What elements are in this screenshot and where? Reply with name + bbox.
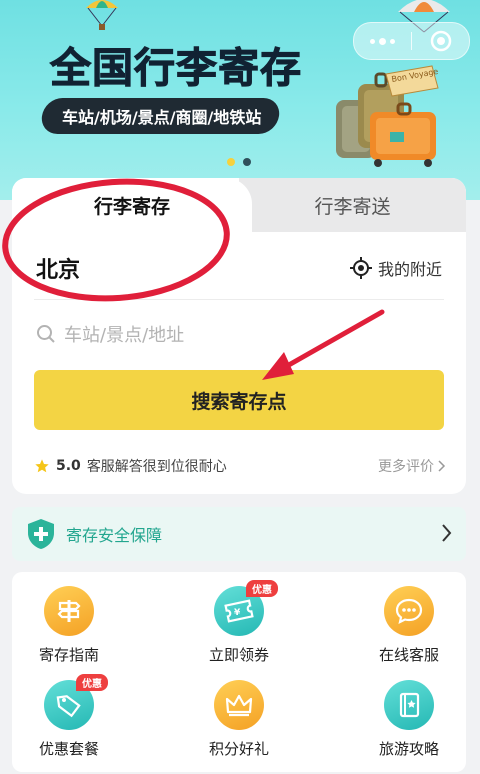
service-label: 积分好礼 [208, 740, 269, 758]
chevron-right-icon [438, 460, 446, 472]
more-reviews-link[interactable]: 更多评价 [378, 456, 446, 476]
close-target-icon[interactable] [412, 30, 469, 52]
carousel-dot-active[interactable] [227, 158, 235, 166]
shield-plus-icon [28, 519, 54, 549]
luggage-illustration: Bon Voyage [336, 65, 439, 167]
service-label: 优惠套餐 [38, 740, 99, 758]
chat-icon [384, 586, 434, 636]
rating-summary: 5.0 客服解答很到位很耐心 [34, 456, 227, 476]
search-icon [37, 325, 55, 343]
star-icon [35, 459, 49, 473]
more-dots-icon[interactable] [354, 37, 411, 45]
services-grid: 寄存指南 ¥ 优惠 立即领券 在线客服 优惠 优惠套餐 积分好礼 旅游攻略 [12, 572, 466, 772]
miniprogram-capsule [353, 22, 470, 60]
banner-title: 全国行李寄存 [50, 44, 302, 93]
service-label: 旅游攻略 [378, 740, 439, 758]
storage-search-card: 行李寄送 行李寄存 北京 我的附近 车站/景点/地址 搜索寄存点 5.0 客服解… [12, 178, 466, 494]
rating-comment: 客服解答很到位很耐心 [86, 459, 227, 475]
locate-icon [349, 257, 372, 279]
search-input[interactable]: 车站/景点/地址 [36, 321, 184, 347]
signpost-icon [44, 586, 94, 636]
banner-subtitle-text: 车站/机场/景点/商圈/地铁站 [62, 108, 262, 127]
service-label: 在线客服 [378, 646, 439, 664]
banner-subtitle: 车站/机场/景点/商圈/地铁站 [39, 98, 282, 134]
service-points-gifts[interactable]: 积分好礼 [184, 680, 294, 759]
city-selector[interactable]: 北京 [36, 252, 80, 284]
rating-score: 5.0 [56, 458, 81, 474]
parachute-icon [86, 0, 118, 30]
chevron-right-icon [442, 524, 452, 542]
service-discount-package[interactable]: 优惠 优惠套餐 [14, 674, 124, 759]
discount-badge: 优惠 [76, 674, 108, 691]
service-label: 立即领券 [208, 646, 269, 664]
discount-badge: 优惠 [246, 580, 278, 597]
coupon-icon: ¥ 优惠 [214, 580, 278, 636]
service-storage-guide[interactable]: 寄存指南 [14, 586, 124, 665]
nearby-label: 我的附近 [377, 260, 442, 279]
svg-text:¥: ¥ [234, 608, 241, 618]
tab-delivery[interactable]: 行李寄送 [239, 178, 466, 232]
service-label: 寄存指南 [38, 646, 99, 664]
service-travel-guide[interactable]: 旅游攻略 [354, 680, 464, 759]
carousel-indicator [227, 158, 251, 166]
nearby-button[interactable]: 我的附近 [349, 256, 442, 280]
divider [34, 299, 444, 300]
tab-storage[interactable]: 行李寄存 [12, 178, 252, 232]
safety-label: 寄存安全保障 [66, 526, 163, 545]
service-online-support[interactable]: 在线客服 [354, 586, 464, 665]
crown-icon [214, 680, 264, 730]
safety-guarantee-bar[interactable]: 寄存安全保障 [12, 507, 466, 561]
more-reviews-label: 更多评价 [378, 459, 434, 475]
search-storage-button[interactable]: 搜索寄存点 [34, 370, 444, 430]
tag-icon: 优惠 [44, 674, 108, 730]
service-get-coupon[interactable]: ¥ 优惠 立即领券 [184, 580, 294, 665]
carousel-dot[interactable] [243, 158, 251, 166]
guidebook-icon [384, 680, 434, 730]
search-placeholder: 车站/景点/地址 [64, 325, 185, 346]
